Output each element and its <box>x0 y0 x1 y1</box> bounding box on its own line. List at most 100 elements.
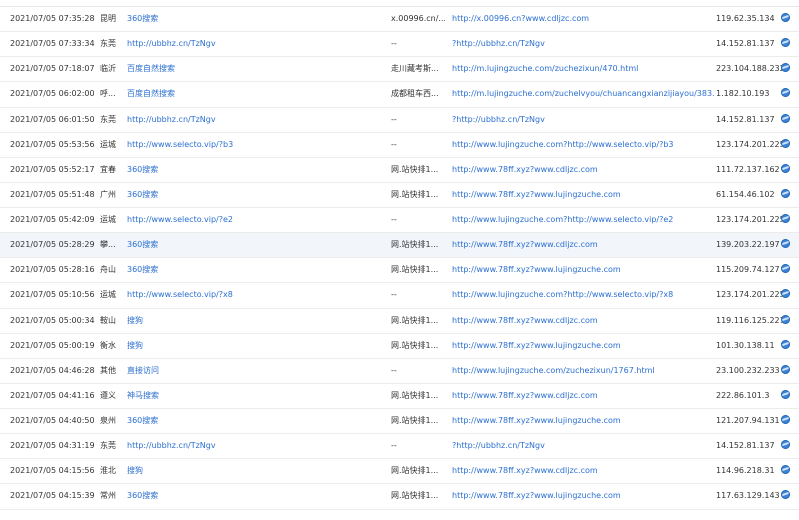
source-link[interactable]: 360搜索 <box>127 158 307 182</box>
landing-page-link[interactable]: http://www.78ff.xyz?www.lujingzuche.com <box>452 409 714 433</box>
visitor-ip: 1.182.10.193 <box>716 89 770 99</box>
landing-page-link[interactable]: http://www.78ff.xyz?www.cdljzc.com <box>452 158 714 182</box>
visit-time: 2021/07/05 04:15:39 <box>10 491 95 501</box>
source-link[interactable]: 360搜索 <box>127 233 307 257</box>
source-link[interactable]: http://www.selecto.vip/?x8 <box>127 283 307 307</box>
visitor-city: 临沂 <box>100 64 116 74</box>
landing-page-link[interactable]: http://www.78ff.xyz?www.lujingzuche.com <box>452 258 714 282</box>
landing-page-link[interactable]: http://www.lujingzuche.com?http://www.se… <box>452 208 714 232</box>
visitor-ip: 139.203.22.197 <box>716 240 780 250</box>
source-link[interactable]: http://www.selecto.vip/?b3 <box>127 133 307 157</box>
browser-cell <box>781 82 791 106</box>
visit-time: 2021/07/05 04:41:16 <box>10 390 95 400</box>
source-link[interactable]: 神马搜索 <box>127 384 307 408</box>
table-row[interactable]: 2021/07/05 06:01:50 东莞 http://ubbhz.cn/TzN… <box>0 108 799 133</box>
visitor-city: 东莞 <box>100 114 116 124</box>
table-row[interactable]: 2021/07/05 05:00:34 鞍山 搜狗 网.站快排1... http://w… <box>0 309 799 334</box>
ie-browser-icon <box>781 364 790 374</box>
source-link[interactable]: 搜狗 <box>127 334 307 358</box>
source-link[interactable]: 360搜索 <box>127 183 307 207</box>
search-keyword: -- <box>391 365 397 375</box>
source-link[interactable]: http://ubbhz.cn/TzNgv <box>127 434 307 458</box>
visitor-ip: 14.152.81.137 <box>716 114 775 124</box>
visitor-ip: 223.104.188.232 <box>716 64 782 74</box>
table-row[interactable]: 2021/07/05 05:51:48 广州 360搜索 网.站快排1... http:… <box>0 183 799 208</box>
visit-time: 2021/07/05 04:40:50 <box>10 416 95 425</box>
landing-page-link[interactable]: http://www.lujingzuche.com?http://www.se… <box>452 133 714 157</box>
source-link[interactable]: 搜狗 <box>127 309 307 333</box>
visitor-city: 昆明 <box>100 14 116 23</box>
visit-time: 2021/07/05 07:35:28 <box>10 14 95 23</box>
landing-page-link[interactable]: http://x.00996.cn?www.cdljzc.com <box>452 7 714 31</box>
visitor-city: 广州 <box>100 189 116 199</box>
landing-page-link[interactable]: ?http://ubbhz.cn/TzNgv <box>452 434 714 458</box>
table-row[interactable]: 2021/07/05 05:00:19 衡水 搜狗 网.站快排1... http://w… <box>0 334 799 359</box>
landing-page-link[interactable]: http://www.78ff.xyz?www.cdljzc.com <box>452 459 714 483</box>
search-keyword: x.00996.cn/... <box>391 14 445 23</box>
source-link[interactable]: 360搜索 <box>127 258 307 282</box>
source-link[interactable]: 直接访问 <box>127 359 307 383</box>
landing-page-link[interactable]: ?http://ubbhz.cn/TzNgv <box>452 32 714 56</box>
table-top-border <box>0 0 799 7</box>
visitor-city: 攀... <box>100 240 116 250</box>
table-row[interactable]: 2021/07/05 04:40:50 泉州 360搜索 网.站快排1... http:… <box>0 409 799 435</box>
browser-cell <box>781 459 791 483</box>
table-row[interactable]: 2021/07/05 06:02:00 呼... 百度自然搜索 成都租车西... htt… <box>0 82 799 108</box>
source-link[interactable]: http://www.selecto.vip/?e2 <box>127 208 307 232</box>
landing-page-link[interactable]: http://www.78ff.xyz?www.lujingzuche.com <box>452 334 714 358</box>
table-row[interactable]: 2021/07/05 05:53:56 运城 http://www.selecto.… <box>0 133 799 158</box>
visitor-ip: 119.116.125.221 <box>716 315 782 325</box>
landing-page-link[interactable]: http://www.78ff.xyz?www.cdljzc.com <box>452 384 714 408</box>
browser-cell <box>781 57 791 81</box>
source-link[interactable]: 搜狗 <box>127 459 307 483</box>
table-row[interactable]: 2021/07/05 04:41:16 遵义 神马搜索 网.站快排1... http:/… <box>0 384 799 409</box>
visitor-city: 常州 <box>100 491 116 501</box>
search-keyword: -- <box>391 39 397 49</box>
source-link[interactable]: http://ubbhz.cn/TzNgv <box>127 32 307 56</box>
ie-browser-icon <box>781 389 790 399</box>
landing-page-link[interactable]: http://m.lujingzuche.com/zuchelvyou/chua… <box>452 82 714 106</box>
landing-page-link[interactable]: ?http://ubbhz.cn/TzNgv <box>452 108 714 132</box>
source-link[interactable]: 百度自然搜索 <box>127 82 307 106</box>
browser-cell <box>781 309 791 333</box>
table-row[interactable]: 2021/07/05 04:15:56 淮北 搜狗 网.站快排1... http://w… <box>0 459 799 485</box>
source-link[interactable]: 百度自然搜索 <box>127 57 307 81</box>
browser-cell <box>781 233 791 257</box>
browser-cell <box>781 283 791 307</box>
table-row[interactable]: 2021/07/05 07:33:34 东莞 http://ubbhz.cn/TzN… <box>0 32 799 58</box>
source-link[interactable]: 360搜索 <box>127 484 307 508</box>
landing-page-link[interactable]: http://m.lujingzuche.com/zuchezixun/470.… <box>452 57 714 81</box>
visit-time: 2021/07/05 05:00:19 <box>10 340 95 350</box>
ie-browser-icon <box>781 88 790 98</box>
visit-time: 2021/07/05 07:33:34 <box>10 39 95 49</box>
table-row[interactable]: 2021/07/05 05:52:17 宜春 360搜索 网.站快排1... http:… <box>0 158 799 183</box>
visit-time: 2021/07/05 07:18:07 <box>10 64 95 74</box>
visitor-city: 遵义 <box>100 390 116 400</box>
landing-page-link[interactable]: http://www.lujingzuche.com/zuchezixun/17… <box>452 359 714 383</box>
source-link[interactable]: 360搜索 <box>127 409 307 433</box>
visit-time: 2021/07/05 05:00:34 <box>10 315 95 325</box>
table-row[interactable]: 2021/07/05 05:28:16 舟山 360搜索 网.站快排1... http:… <box>0 258 799 284</box>
visitor-ip: 123.174.201.225 <box>716 215 782 224</box>
table-row[interactable]: 2021/07/05 07:18:07 临沂 百度自然搜索 走川藏考斯... http:… <box>0 57 799 83</box>
landing-page-link[interactable]: http://www.78ff.xyz?www.cdljzc.com <box>452 233 714 257</box>
visitor-city: 东莞 <box>100 441 116 451</box>
landing-page-link[interactable]: http://www.78ff.xyz?www.cdljzc.com <box>452 309 714 333</box>
table-row[interactable]: 2021/07/05 04:46:28 其他 直接访问 -- http://www.lu… <box>0 359 799 384</box>
ie-browser-icon <box>781 415 790 424</box>
search-keyword: 网.站快排1... <box>391 315 439 325</box>
landing-page-link[interactable]: http://www.78ff.xyz?www.lujingzuche.com <box>452 484 714 508</box>
table-row[interactable]: 2021/07/05 05:10:56 运城 http://www.selecto.… <box>0 283 799 309</box>
search-keyword: 网.站快排1... <box>391 390 439 400</box>
source-link[interactable]: http://ubbhz.cn/TzNgv <box>127 108 307 132</box>
source-link[interactable]: 360搜索 <box>127 7 307 31</box>
table-row[interactable]: 2021/07/05 04:31:19 东莞 http://ubbhz.cn/TzN… <box>0 434 799 460</box>
landing-page-link[interactable]: http://www.78ff.xyz?www.lujingzuche.com <box>452 183 714 207</box>
table-row[interactable]: 2021/07/05 04:15:39 常州 360搜索 网.站快排1... http:… <box>0 484 799 510</box>
table-row[interactable]: 2021/07/05 05:28:29 攀... 360搜索 网.站快排1... htt… <box>0 233 799 259</box>
landing-page-link[interactable]: http://www.lujingzuche.com?http://www.se… <box>452 283 714 307</box>
table-row[interactable]: 2021/07/05 07:35:28 昆明 360搜索 x.00996.cn/...… <box>0 7 799 33</box>
search-keyword: 网.站快排1... <box>391 265 439 275</box>
ie-browser-icon <box>781 163 790 173</box>
table-row[interactable]: 2021/07/05 05:42:09 运城 http://www.selecto.… <box>0 208 799 234</box>
